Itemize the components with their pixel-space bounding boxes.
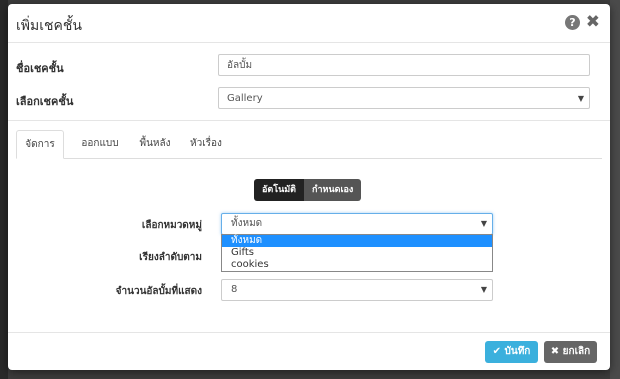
category-option-all[interactable]: ทั้งหมด — [222, 235, 492, 247]
add-section-modal: เพิ่มเชคชั้น ? ✖ ชื่อเชคชั้น อัลบั้ม เลื… — [8, 4, 610, 370]
section-type-select[interactable]: Gallery ▼ — [218, 87, 590, 109]
sort-label: เรียงลำดับตาม — [139, 252, 202, 263]
album-count-value: 8 — [231, 284, 238, 295]
album-count-select[interactable]: 8 ▼ — [221, 279, 493, 301]
section-name-row: ชื่อเชคชั้น อัลบั้ม — [8, 54, 610, 78]
divider — [8, 120, 610, 121]
help-icon[interactable]: ? — [565, 15, 580, 30]
mode-auto-button[interactable]: อัตโนมัติ — [254, 179, 305, 201]
caret-down-icon: ▼ — [480, 219, 487, 228]
section-type-label: เลือกเชคชั้น — [16, 95, 74, 108]
section-type-row: เลือกเชคชั้น Gallery ▼ — [8, 87, 610, 111]
tab-background[interactable]: พื้นหลัง — [132, 130, 178, 158]
category-label: เลือกหมวดหมู่ — [141, 220, 202, 231]
category-option-gifts[interactable]: Gifts — [222, 247, 492, 259]
cancel-label: ยกเลิก — [562, 346, 591, 357]
caret-down-icon: ▼ — [480, 285, 487, 294]
close-icon[interactable]: ✖ — [586, 12, 600, 32]
tab-bar: จัดการ ออกแบบ พื้นหลัง หัวเรื่อง — [16, 130, 602, 159]
caret-down-icon: ▼ — [577, 94, 584, 103]
category-dropdown: ทั้งหมด Gifts cookies — [221, 234, 493, 272]
mode-manual-button[interactable]: กำหนดเอง — [304, 179, 362, 201]
modal-title: เพิ่มเชคชั้น — [16, 18, 82, 34]
album-count-label: จำนวนอัลบั้มที่แสดง — [115, 286, 202, 297]
save-label: บันทึก — [504, 346, 531, 357]
category-select[interactable]: ทั้งหมด ▼ — [221, 213, 493, 235]
modal-header: เพิ่มเชคชั้น ? ✖ — [8, 4, 610, 43]
save-button[interactable]: ✔ บันทึก — [485, 341, 538, 363]
category-option-cookies[interactable]: cookies — [222, 259, 492, 271]
section-name-label: ชื่อเชคชั้น — [16, 62, 64, 75]
tab-design[interactable]: ออกแบบ — [72, 130, 128, 158]
cancel-button[interactable]: ✖ ยกเลิก — [544, 341, 597, 363]
modal-footer: ✔ บันทึก ✖ ยกเลิก — [8, 332, 610, 370]
backdrop-left — [0, 0, 8, 379]
tab-heading[interactable]: หัวเรื่อง — [182, 130, 230, 158]
section-type-value: Gallery — [227, 93, 263, 104]
check-icon: ✔ — [492, 346, 502, 357]
tab-manage[interactable]: จัดการ — [16, 130, 64, 159]
section-name-input[interactable]: อัลบั้ม — [218, 54, 590, 76]
mode-toggle: อัตโนมัติ กำหนดเอง — [254, 179, 362, 201]
category-value: ทั้งหมด — [231, 218, 263, 229]
backdrop-right — [610, 0, 620, 379]
x-icon: ✖ — [550, 346, 560, 357]
